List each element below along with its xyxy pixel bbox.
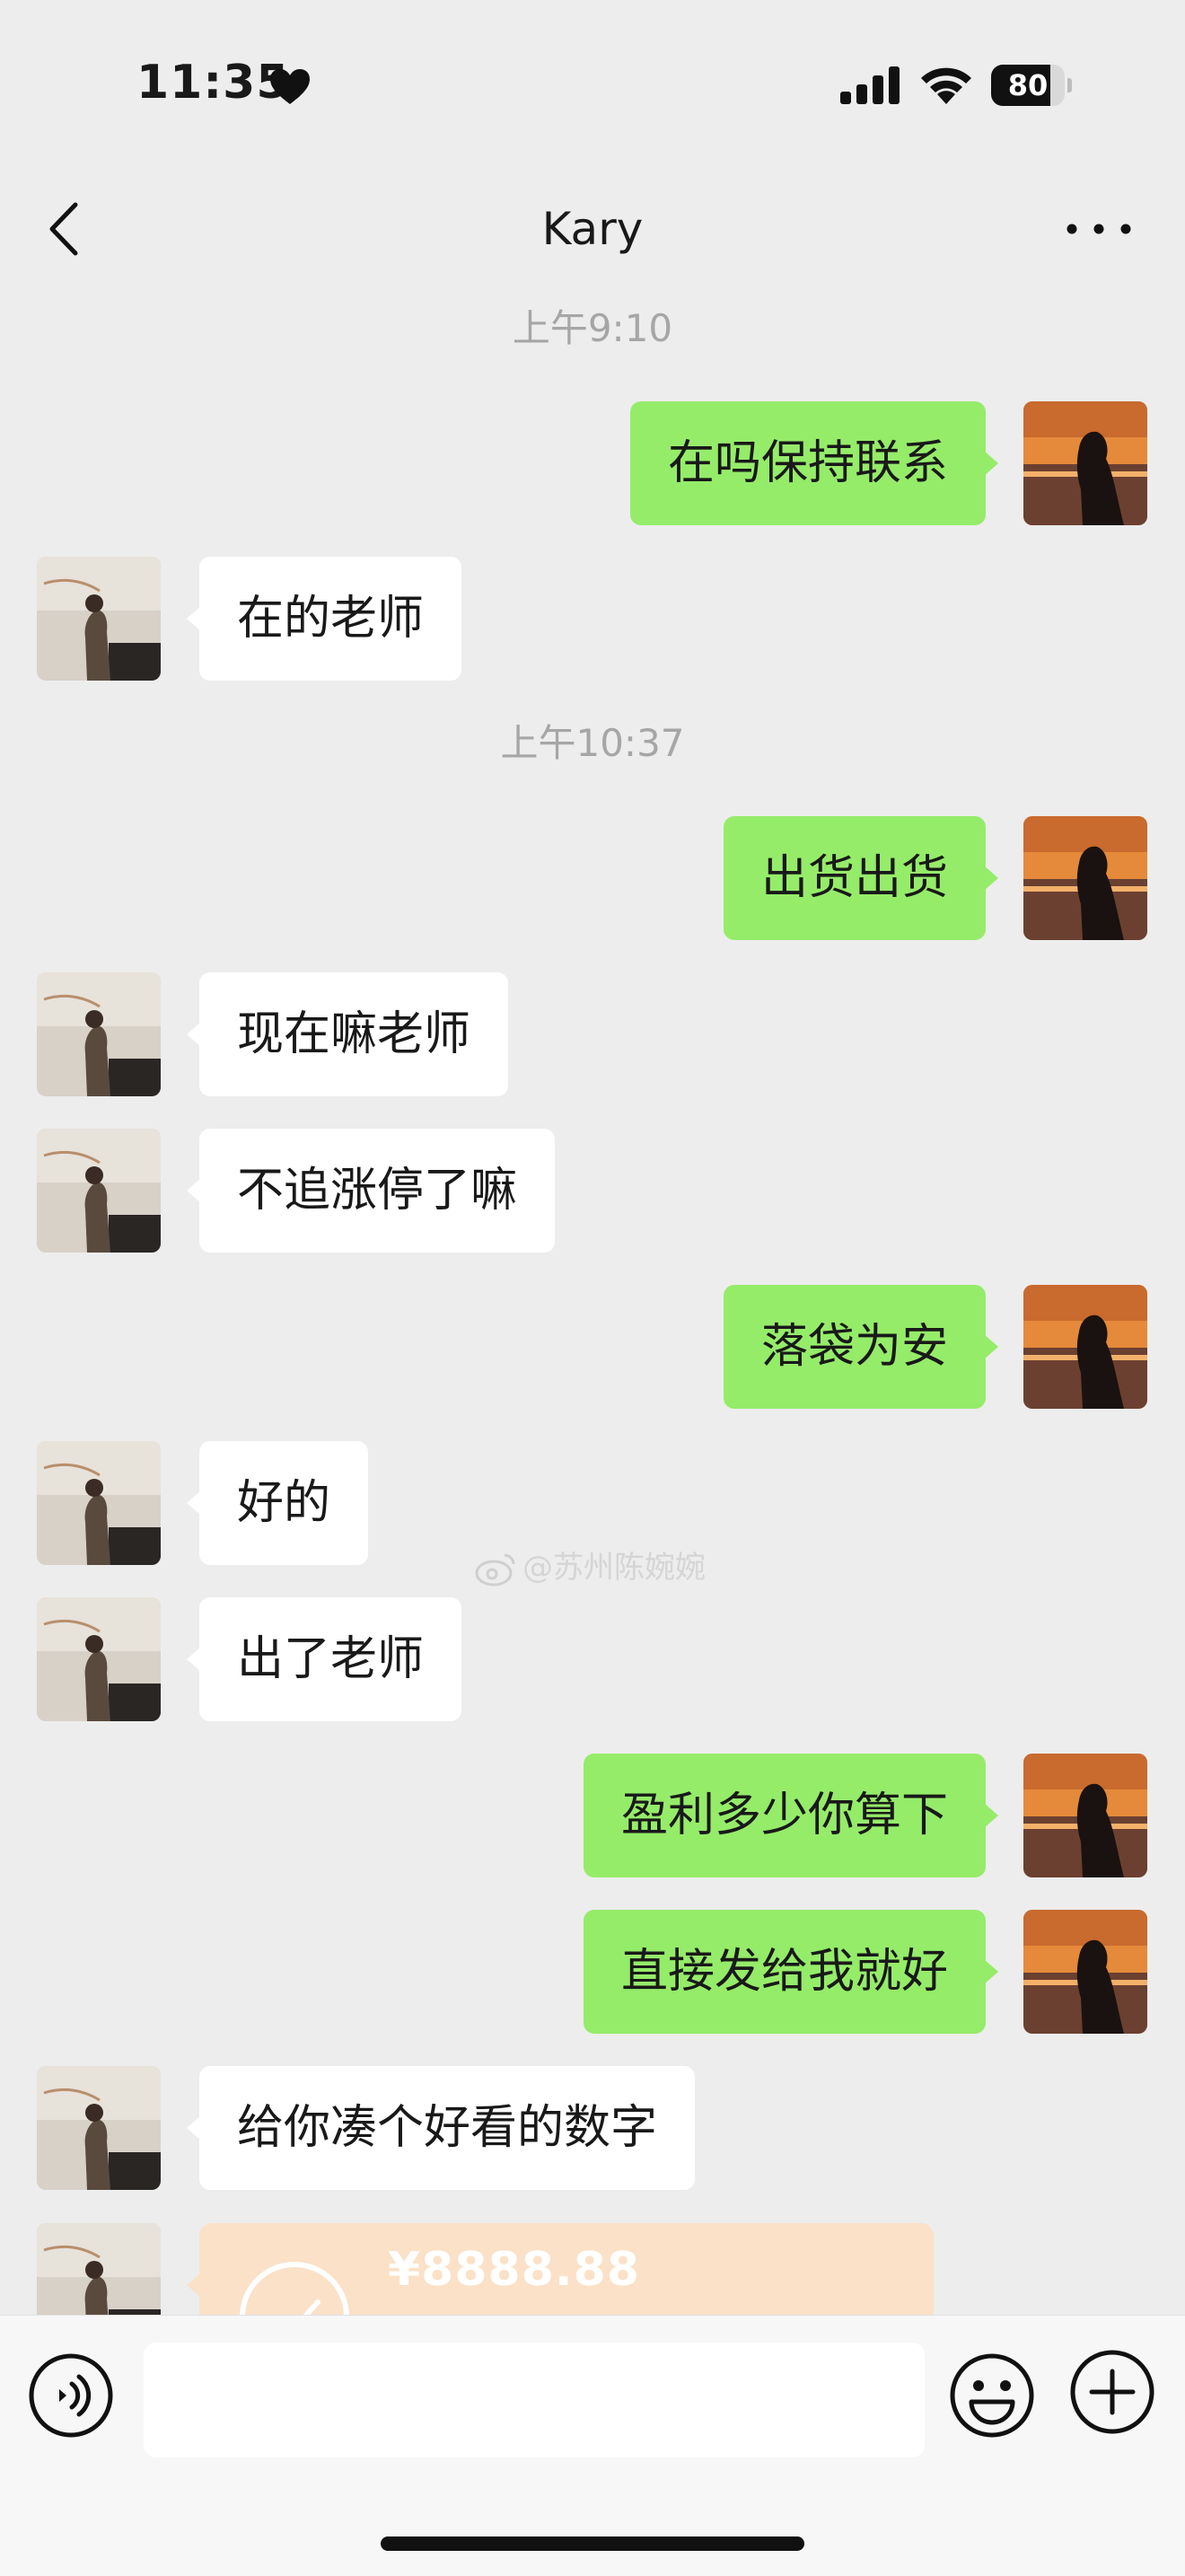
message-timestamp: 上午10:37	[500, 721, 685, 765]
sunset-silhouette-image	[1023, 1910, 1147, 2034]
contact-avatar[interactable]	[37, 1129, 161, 1253]
battery-indicator: 80	[991, 65, 1072, 106]
contact-photo-image	[37, 1441, 161, 1565]
sunset-silhouette-image	[1023, 401, 1147, 525]
more-dots-icon	[1066, 224, 1131, 234]
my-avatar[interactable]	[1023, 401, 1147, 525]
chat-title: Kary	[541, 203, 644, 255]
my-avatar[interactable]	[1023, 1910, 1147, 2034]
contact-photo-image	[37, 972, 161, 1096]
message-bubble-outgoing[interactable]: 盈利多少你算下	[583, 1754, 999, 1877]
sunset-silhouette-image	[1023, 1285, 1147, 1409]
contact-photo-image	[37, 1597, 161, 1721]
transfer-amount: ¥8888.88	[388, 2243, 641, 2297]
message-input[interactable]	[144, 2343, 925, 2457]
voice-button[interactable]	[27, 2352, 115, 2440]
chat-header: Kary	[0, 180, 1185, 278]
message-timestamp: 上午9:10	[512, 306, 673, 350]
message-bubble-incoming[interactable]: 在的老师	[186, 557, 462, 681]
wifi-icon	[921, 67, 971, 104]
weibo-icon	[475, 1553, 515, 1586]
message-bubble-outgoing[interactable]: 在吗保持联系	[629, 401, 999, 525]
message-bubble-outgoing[interactable]: 直接发给我就好	[583, 1910, 999, 2034]
battery-level: 80	[1007, 68, 1049, 102]
message-bubble-incoming[interactable]: 现在嘛老师	[186, 972, 509, 1096]
emoji-icon	[950, 2353, 1034, 2438]
more-button[interactable]	[1063, 207, 1135, 251]
watermark: @苏州陈婉婉	[474, 1543, 706, 1593]
transfer-check-icon	[240, 2262, 349, 2315]
money-transfer-card[interactable]: ¥8888.88	[187, 2223, 934, 2315]
input-bar	[0, 2315, 1185, 2576]
voice-input-icon	[29, 2353, 113, 2438]
status-bar: 11:35 80	[0, 0, 1185, 171]
battery-tip	[1067, 78, 1072, 92]
contact-avatar[interactable]	[37, 2066, 161, 2190]
emoji-button[interactable]	[948, 2352, 1036, 2440]
my-avatar[interactable]	[1023, 816, 1147, 940]
contact-photo-image	[37, 2066, 161, 2190]
home-indicator	[381, 2536, 804, 2551]
my-avatar[interactable]	[1023, 1754, 1147, 1877]
cellular-signal-icon	[840, 66, 900, 104]
watermark-text: @苏州陈婉婉	[522, 1550, 706, 1586]
message-bubble-incoming[interactable]: 给你凑个好看的数字	[186, 2066, 696, 2190]
message-list[interactable]: 上午9:10 在吗保持联系 在的老师 上午10:37 出货出货 现在嘛老师 不追…	[0, 278, 1185, 2315]
contact-avatar[interactable]	[37, 972, 161, 1096]
my-avatar[interactable]	[1023, 1285, 1147, 1409]
contact-photo-image	[37, 2223, 161, 2315]
more-functions-button[interactable]	[1068, 2348, 1156, 2436]
status-time: 11:35	[136, 56, 290, 110]
contact-avatar[interactable]	[37, 557, 161, 681]
chevron-left-icon	[49, 202, 78, 256]
battery-body: 80	[991, 65, 1065, 106]
contact-avatar[interactable]	[37, 2223, 161, 2315]
contact-photo-image	[37, 557, 161, 681]
message-bubble-incoming[interactable]: 好的	[186, 1441, 369, 1565]
contact-avatar[interactable]	[37, 1441, 161, 1565]
heart-icon	[270, 69, 310, 104]
back-button[interactable]	[40, 198, 93, 260]
contact-avatar[interactable]	[37, 1597, 161, 1721]
message-bubble-outgoing[interactable]: 出货出货	[723, 816, 999, 940]
plus-circle-icon	[1070, 2350, 1154, 2434]
sunset-silhouette-image	[1023, 1754, 1147, 1877]
contact-photo-image	[37, 1129, 161, 1253]
message-bubble-incoming[interactable]: 不追涨停了嘛	[186, 1129, 556, 1253]
message-bubble-incoming[interactable]: 出了老师	[186, 1597, 462, 1721]
message-bubble-outgoing[interactable]: 落袋为安	[723, 1285, 999, 1409]
sunset-silhouette-image	[1023, 816, 1147, 940]
